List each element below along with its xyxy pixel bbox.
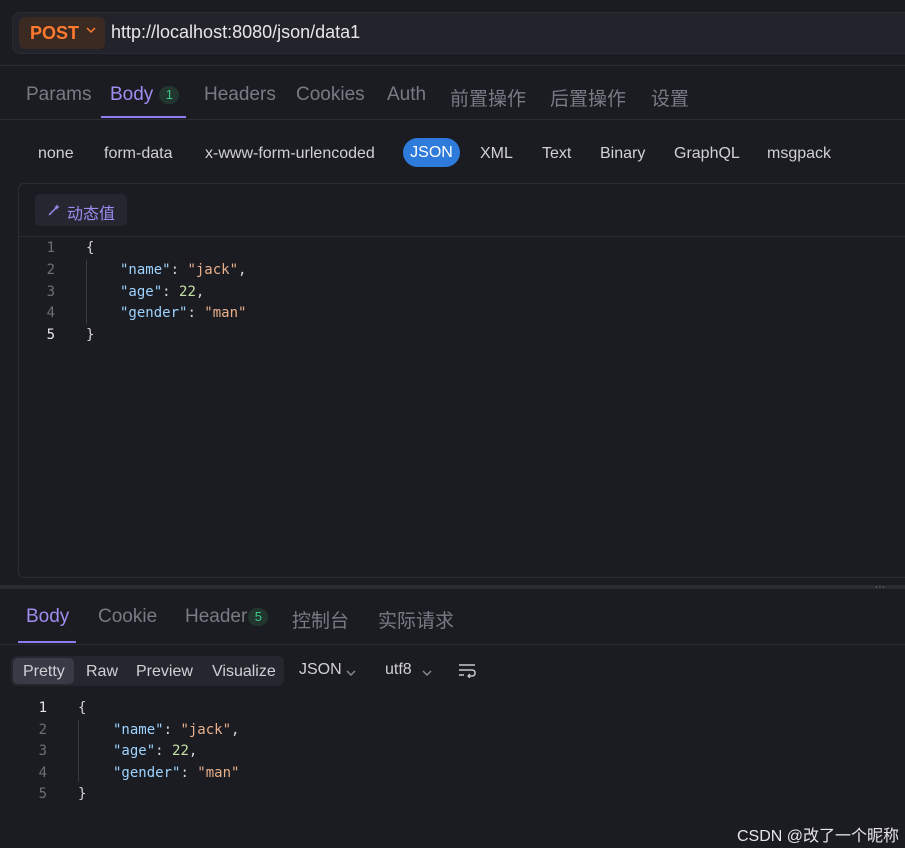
watermark: CSDN @改了一个昵称: [736, 828, 899, 845]
tab-post-processors[interactable]: 后置操作: [550, 84, 626, 111]
body-type-msgpack[interactable]: msgpack: [767, 145, 831, 163]
panel-resize-handle[interactable]: [0, 585, 905, 589]
view-mode-preview[interactable]: Preview: [136, 663, 193, 681]
json-value: 22: [179, 284, 196, 300]
line-number: 1: [46, 240, 55, 256]
line-number: 2: [46, 262, 55, 278]
request-body-editor[interactable]: [18, 183, 905, 578]
format-select[interactable]: JSON: [299, 661, 342, 679]
url-input[interactable]: http://localhost:8080/json/data1: [111, 22, 360, 43]
divider: [0, 119, 905, 120]
chevron-down-icon[interactable]: [85, 23, 97, 41]
body-type-graphql[interactable]: GraphQL: [674, 145, 740, 163]
response-tab-header[interactable]: Header 5: [185, 606, 269, 628]
body-type-xml[interactable]: XML: [480, 145, 513, 163]
body-type-binary[interactable]: Binary: [600, 145, 645, 163]
response-tab-header-label: Header: [185, 606, 248, 627]
code-line: }: [78, 786, 87, 802]
view-mode-visualize[interactable]: Visualize: [212, 663, 276, 681]
code-line: "name": "jack",: [120, 262, 247, 278]
drag-handle-icon[interactable]: ⋯: [875, 582, 886, 593]
line-number: 3: [38, 743, 47, 759]
code-line: }: [86, 327, 95, 343]
json-value: "man": [197, 765, 240, 781]
body-type-json[interactable]: JSON: [403, 138, 460, 167]
json-key: "gender": [120, 305, 188, 321]
line-number: 5: [46, 327, 55, 343]
tab-params[interactable]: Params: [26, 84, 91, 106]
code-line: {: [86, 240, 95, 256]
encoding-select[interactable]: utf8: [385, 661, 412, 679]
response-tab-console[interactable]: 控制台: [292, 606, 349, 633]
json-key: "name": [120, 262, 171, 278]
body-type-urlencoded[interactable]: x-www-form-urlencoded: [205, 145, 375, 163]
tab-auth[interactable]: Auth: [387, 84, 426, 106]
code-line: "age": 22,: [113, 743, 198, 759]
line-number: 4: [46, 305, 55, 321]
magic-wand-icon: [47, 203, 61, 222]
code-line: "gender": "man": [113, 765, 240, 781]
tab-body[interactable]: Body 1: [110, 84, 180, 106]
line-number: 5: [38, 786, 47, 802]
word-wrap-icon[interactable]: [458, 662, 476, 683]
tab-pre-processors[interactable]: 前置操作: [450, 84, 526, 111]
divider: [0, 644, 905, 645]
dynamic-value-label: 动态值: [67, 206, 116, 223]
method-label: POST: [30, 23, 80, 43]
divider: [0, 65, 905, 66]
tab-body-label: Body: [110, 84, 154, 105]
view-mode-pretty[interactable]: Pretty: [23, 663, 65, 681]
code-line: "age": 22,: [120, 284, 205, 300]
json-value: 22: [172, 743, 189, 759]
json-key: "age": [120, 284, 163, 300]
encoding-value: utf8: [385, 661, 412, 678]
chevron-down-icon[interactable]: [345, 665, 357, 683]
header-count-badge: 5: [248, 607, 269, 626]
tab-headers[interactable]: Headers: [204, 84, 276, 106]
json-key: "gender": [113, 765, 181, 781]
body-type-none[interactable]: none: [38, 145, 74, 163]
body-type-form-data[interactable]: form-data: [104, 145, 172, 163]
response-tab-cookie[interactable]: Cookie: [98, 606, 157, 628]
json-value: "jack": [187, 262, 239, 278]
code-line: "gender": "man": [120, 305, 247, 321]
line-number: 3: [46, 284, 55, 300]
json-key: "name": [113, 722, 164, 738]
code-line: "name": "jack",: [113, 722, 240, 738]
line-number: 2: [38, 722, 47, 738]
tab-settings[interactable]: 设置: [651, 84, 689, 111]
tab-cookies[interactable]: Cookies: [296, 84, 365, 106]
indent-guide: [78, 720, 79, 782]
editor-divider: [19, 236, 905, 237]
response-tab-body[interactable]: Body: [26, 606, 69, 628]
body-type-text[interactable]: Text: [542, 145, 571, 163]
response-tab-actual-request[interactable]: 实际请求: [378, 606, 454, 633]
view-mode-raw[interactable]: Raw: [86, 663, 118, 681]
json-value: "man": [204, 305, 247, 321]
json-value: "jack": [180, 722, 232, 738]
body-count-badge: 1: [159, 85, 180, 104]
active-tab-indicator: [101, 116, 186, 118]
indent-guide: [86, 260, 87, 324]
format-value: JSON: [299, 661, 342, 678]
code-line: {: [78, 700, 87, 716]
chevron-down-icon[interactable]: [421, 665, 433, 683]
line-number: 1: [38, 700, 47, 716]
active-response-tab-indicator: [18, 641, 76, 643]
json-key: "age": [113, 743, 156, 759]
line-number: 4: [38, 765, 47, 781]
